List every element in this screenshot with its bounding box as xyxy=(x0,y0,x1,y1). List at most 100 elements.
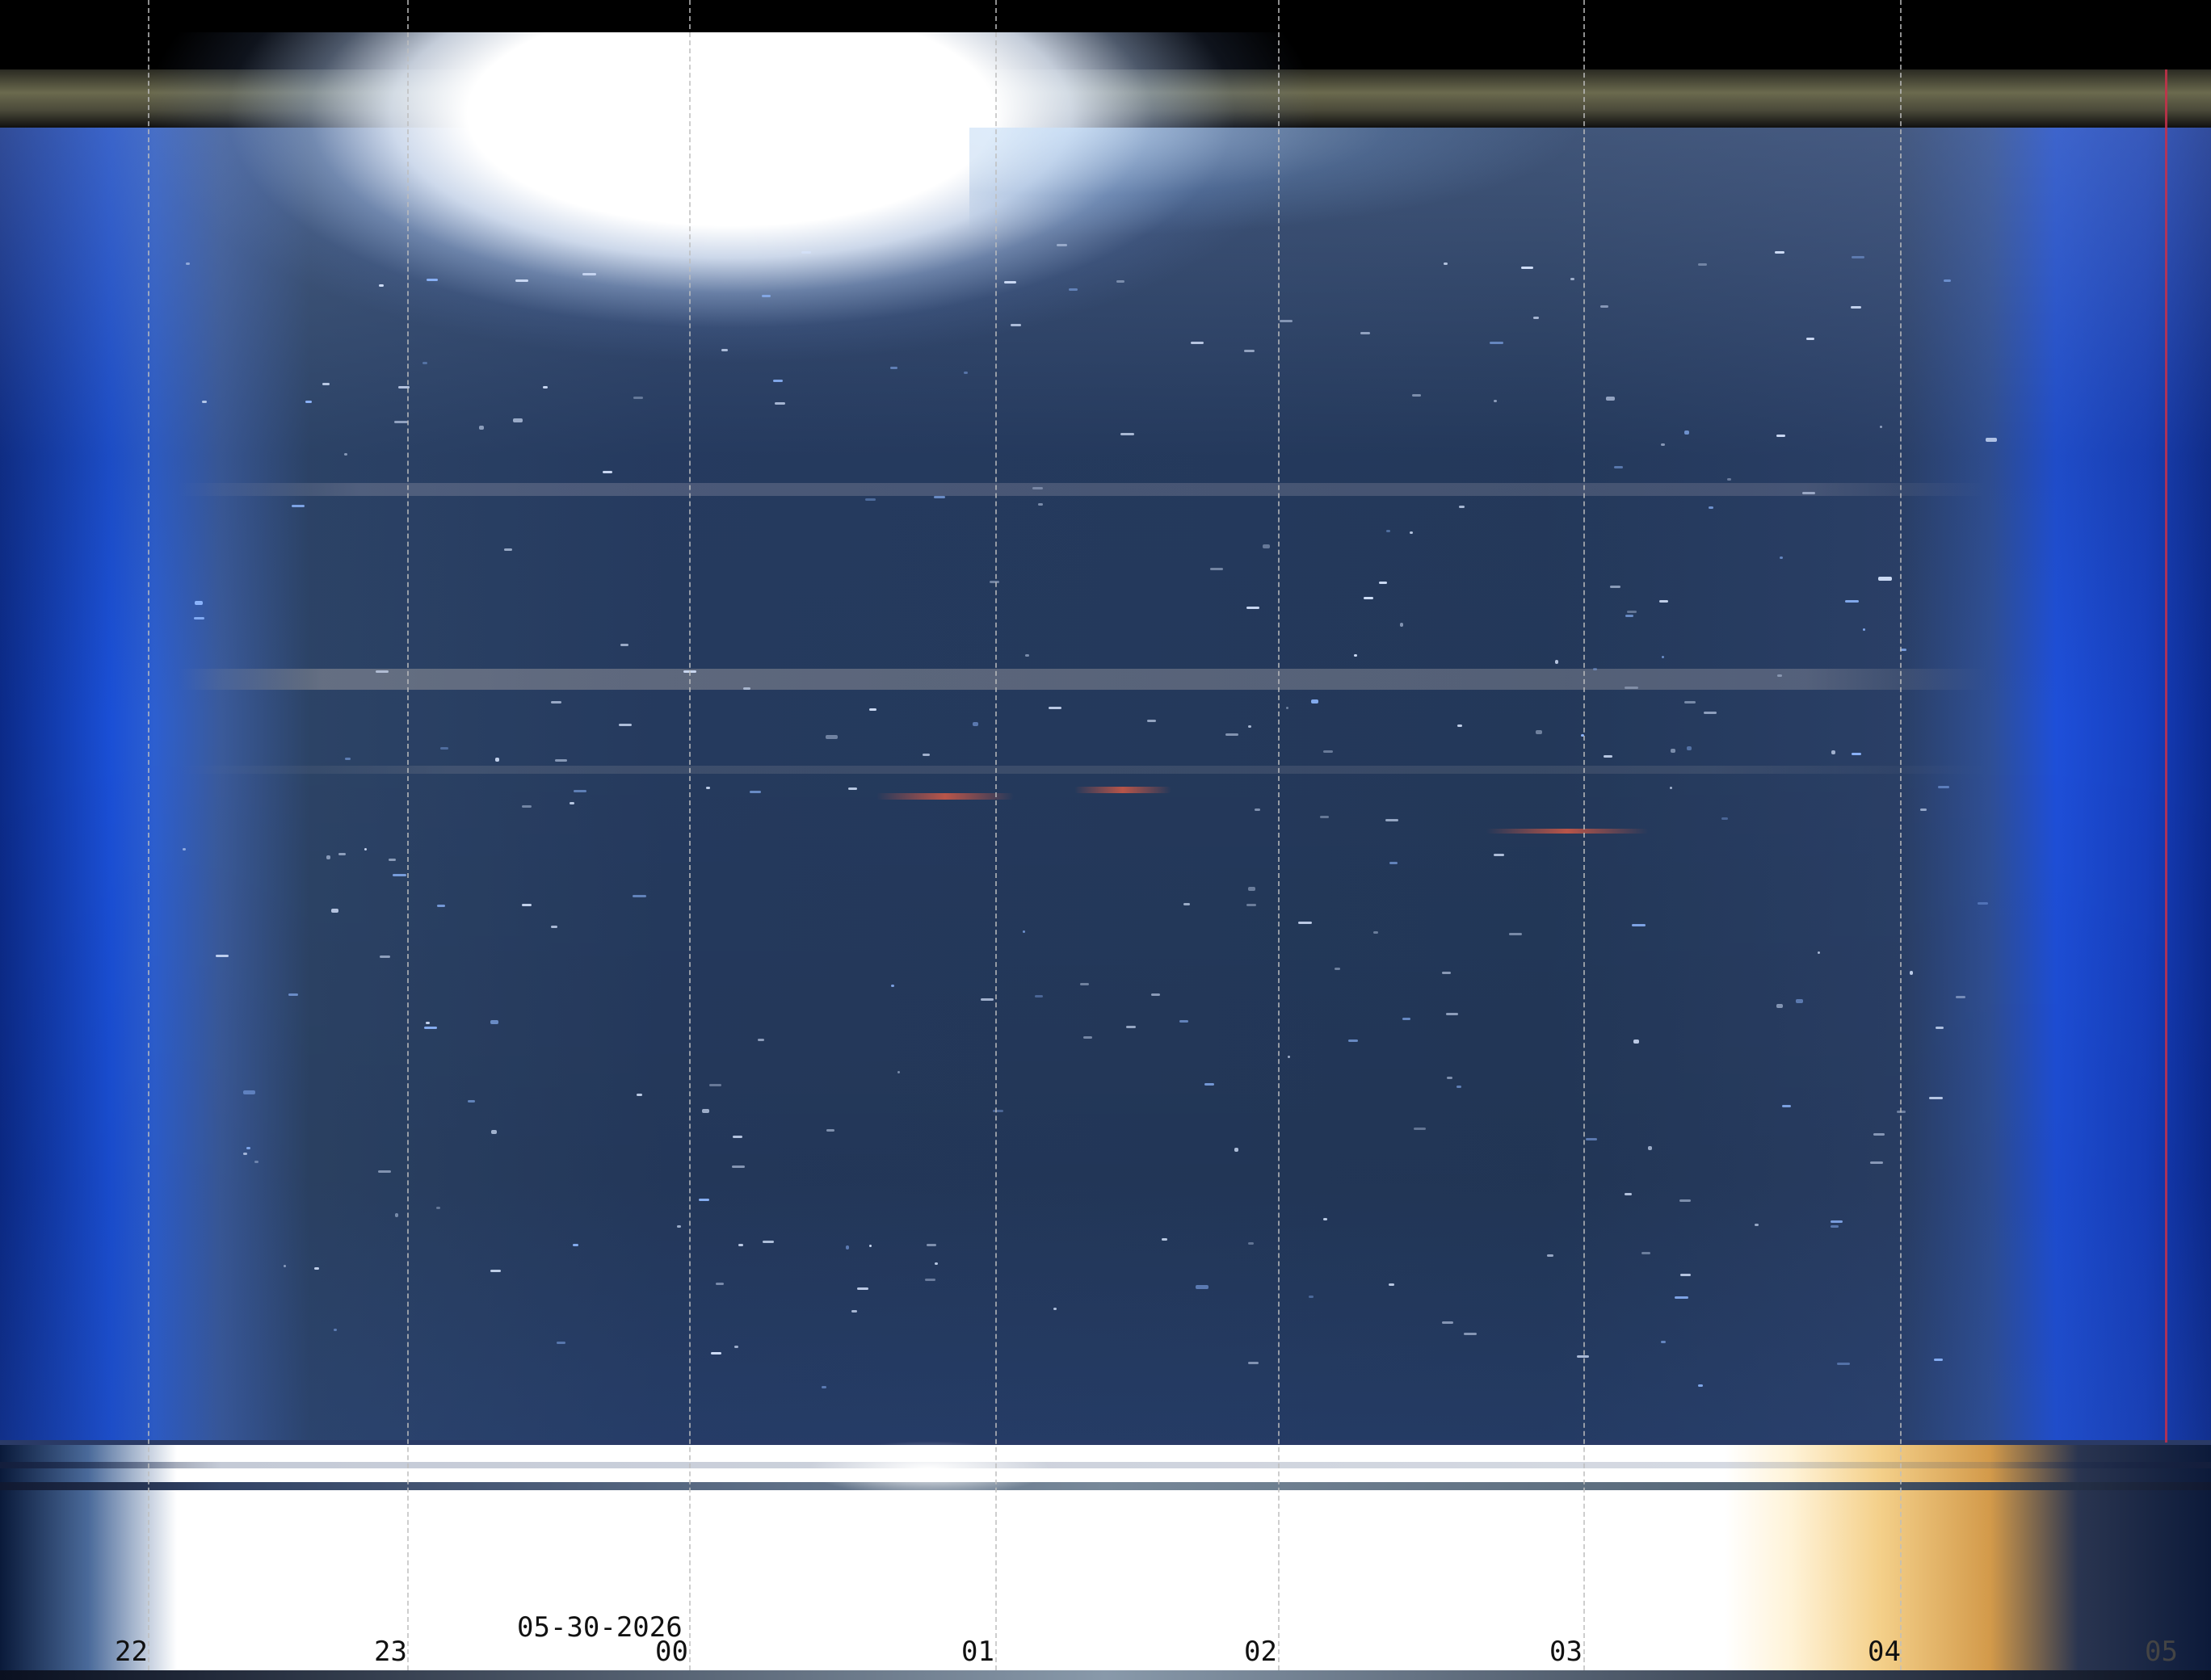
star-trail-speck xyxy=(314,1267,319,1270)
star-trail-speck xyxy=(890,367,897,369)
star-trail-speck xyxy=(1831,1220,1843,1223)
star-trail-speck xyxy=(846,1245,849,1250)
star-trail-speck xyxy=(1938,786,1949,788)
red-light-streak xyxy=(1486,829,1648,834)
star-trail-speck xyxy=(1038,503,1043,506)
bottom-edge-line xyxy=(0,1440,2211,1445)
red-light-streak xyxy=(876,793,1014,800)
star-trail-speck xyxy=(1727,478,1731,481)
star-trail-speck xyxy=(869,708,876,711)
star-trail-speck xyxy=(543,386,548,388)
star-trail-speck xyxy=(495,758,499,762)
star-trail-speck xyxy=(1183,903,1190,905)
star-trail-speck xyxy=(848,788,857,790)
star-trail-speck xyxy=(865,498,876,501)
star-trail-speck xyxy=(1934,1359,1943,1361)
star-trail-speck xyxy=(1648,1146,1652,1150)
star-trail-speck xyxy=(1684,430,1689,435)
star-trail-speck xyxy=(891,985,894,987)
star-trail-speck xyxy=(709,1084,721,1086)
star-trail-speck xyxy=(573,1244,578,1246)
star-trail-speck xyxy=(331,909,338,913)
star-trail-speck xyxy=(1851,306,1861,309)
star-trail-speck xyxy=(490,1270,501,1272)
star-trail-speck xyxy=(1782,1105,1791,1107)
star-trail-speck xyxy=(1053,1308,1057,1310)
star-trail-speck xyxy=(935,1262,938,1265)
star-trail-speck xyxy=(1323,750,1333,753)
star-trail-speck xyxy=(1126,1026,1136,1028)
star-trail-speck xyxy=(479,426,484,430)
star-trail-speck xyxy=(246,1147,250,1149)
star-trail-speck xyxy=(1311,699,1318,704)
star-trail-speck xyxy=(1004,281,1016,284)
star-trail-speck xyxy=(1309,1296,1314,1298)
star-trail-speck xyxy=(364,848,367,850)
star-trail-speck xyxy=(288,993,298,996)
horizontal-streak xyxy=(178,669,1987,690)
star-trail-speck xyxy=(305,401,312,403)
star-trail-speck xyxy=(1025,654,1029,657)
star-trail-speck xyxy=(491,1130,497,1134)
bottom-edge-line xyxy=(0,1482,2211,1490)
star-trail-speck xyxy=(1775,251,1784,254)
star-trail-speck xyxy=(750,791,761,793)
star-trail-speck xyxy=(437,905,445,907)
star-trail-speck xyxy=(557,1342,565,1344)
star-trail-speck xyxy=(504,548,512,551)
bottom-bright-spot xyxy=(808,1441,1050,1497)
star-trail-speck xyxy=(925,1279,935,1281)
star-trail-speck xyxy=(1986,438,1997,442)
star-trail-speck xyxy=(1509,933,1522,935)
star-trail-speck xyxy=(1593,668,1597,670)
star-trail-speck xyxy=(822,1386,826,1388)
star-trail-speck xyxy=(1210,568,1223,570)
star-trail-speck xyxy=(1776,435,1785,437)
star-trail-speck xyxy=(1364,597,1373,599)
star-trail-speck xyxy=(603,471,612,473)
star-trail-speck xyxy=(857,1287,868,1290)
star-trail-speck xyxy=(1679,1199,1691,1202)
star-trail-speck xyxy=(993,1110,1003,1112)
star-trail-speck xyxy=(1806,338,1814,340)
star-trail-speck xyxy=(1755,1224,1759,1226)
star-trail-speck xyxy=(1023,930,1025,933)
keogram-image: 05-30-2026 22 23 00 01 02 03 04 05 xyxy=(0,0,2211,1680)
star-trail-speck xyxy=(851,1310,857,1312)
star-trail-speck xyxy=(699,1199,709,1201)
star-trail-speck xyxy=(216,955,229,957)
red-light-streak xyxy=(1074,787,1171,793)
star-trail-speck xyxy=(1255,808,1260,811)
star-trail-speck xyxy=(1610,586,1620,588)
star-trail-speck xyxy=(551,701,561,704)
star-trail-speck xyxy=(1385,819,1398,821)
star-trail-speck xyxy=(619,724,632,726)
star-trail-speck xyxy=(1116,280,1124,283)
bottom-dark-row xyxy=(0,1462,2211,1468)
star-trail-speck xyxy=(990,581,999,583)
star-trail-speck xyxy=(1490,342,1503,344)
hour-gridline xyxy=(148,0,149,1670)
star-trail-speck xyxy=(1625,687,1638,689)
star-trail-speck xyxy=(1625,1193,1632,1195)
star-trail-speck xyxy=(1802,492,1815,494)
hour-tick-label: 02 xyxy=(1244,1636,1277,1668)
star-trail-speck xyxy=(763,1241,774,1243)
star-trail-speck xyxy=(468,1100,475,1102)
star-trail-speck xyxy=(1196,1285,1208,1289)
star-trail-speck xyxy=(733,1136,742,1138)
star-trail-speck xyxy=(773,380,783,382)
star-trail-speck xyxy=(1606,397,1615,401)
star-trail-speck xyxy=(758,1039,764,1041)
star-trail-speck xyxy=(1721,817,1728,820)
star-trail-speck xyxy=(1852,753,1861,755)
star-trail-speck xyxy=(1379,582,1387,584)
star-trail-speck xyxy=(322,383,330,385)
star-trail-speck xyxy=(1442,1321,1453,1324)
hour-gridline xyxy=(1278,0,1280,1670)
star-trail-speck xyxy=(1348,1040,1358,1042)
star-trail-speck xyxy=(1698,1384,1703,1387)
star-trail-speck xyxy=(1831,1225,1839,1228)
star-trail-speck xyxy=(1929,1097,1943,1099)
glare-halo xyxy=(969,128,2020,354)
